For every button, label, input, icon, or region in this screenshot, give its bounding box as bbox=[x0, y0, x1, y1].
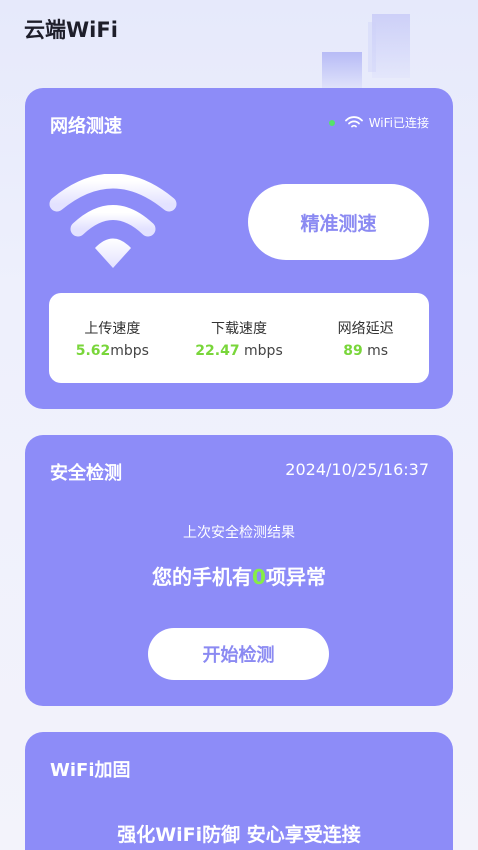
connected-dot bbox=[328, 119, 335, 126]
download-speed-unit: mbps bbox=[239, 342, 283, 359]
wifi-hardening-card[interactable]: WiFi加固 强化WiFi防御 安心享受连接 bbox=[25, 732, 453, 850]
security-check-card: 安全检测 2024/10/25/16:37 上次安全检测结果 您的手机有0项异常… bbox=[25, 435, 453, 706]
wifi-icon bbox=[49, 174, 177, 268]
last-check-date: 2024/10/25/16:37 bbox=[285, 460, 429, 479]
app-title: 云端WiFi bbox=[24, 18, 118, 42]
wifi-hardening-title: WiFi加固 bbox=[50, 760, 131, 781]
speed-test-card: 网络测速 WiFi已连接 精准测速 上传速度 5.62mbps 下载速度 22.… bbox=[25, 88, 453, 409]
latency-label: 网络延迟 bbox=[337, 320, 394, 337]
speed-stats-panel: 上传速度 5.62mbps 下载速度 22.47 mbps 网络延迟 89 ms bbox=[49, 293, 429, 383]
download-speed-value: 22.47 bbox=[195, 342, 240, 359]
decorative-building bbox=[372, 14, 410, 78]
start-check-button[interactable]: 开始检测 bbox=[148, 628, 329, 680]
download-speed-stat: 下载速度 22.47 mbps bbox=[176, 293, 303, 383]
wifi-hardening-slogan: 强化WiFi防御 安心享受连接 bbox=[117, 824, 361, 846]
download-speed-label: 下载速度 bbox=[211, 320, 267, 337]
wifi-status: WiFi已连接 bbox=[328, 114, 429, 131]
upload-speed-unit: mbps bbox=[110, 342, 149, 359]
latency-value: 89 bbox=[343, 342, 363, 359]
upload-speed-value: 5.62 bbox=[75, 342, 111, 359]
speed-test-title: 网络测速 bbox=[50, 116, 122, 137]
anomaly-count: 0 bbox=[252, 565, 266, 589]
wifi-status-icon bbox=[344, 116, 363, 128]
latency-unit: ms bbox=[362, 342, 389, 359]
last-result-caption: 上次安全检测结果 bbox=[183, 525, 295, 541]
latency-stat: 网络延迟 89 ms bbox=[302, 293, 429, 383]
result-prefix: 您的手机有 bbox=[152, 565, 253, 589]
wifi-status-text: WiFi已连接 bbox=[368, 116, 429, 130]
security-check-title: 安全检测 bbox=[50, 463, 122, 484]
result-suffix: 项异常 bbox=[265, 565, 326, 589]
precise-speed-test-button[interactable]: 精准测速 bbox=[248, 184, 429, 260]
security-result: 您的手机有0项异常 bbox=[25, 561, 453, 590]
upload-speed-label: 上传速度 bbox=[84, 320, 141, 337]
decorative-building bbox=[322, 52, 362, 92]
upload-speed-stat: 上传速度 5.62mbps bbox=[49, 293, 176, 383]
